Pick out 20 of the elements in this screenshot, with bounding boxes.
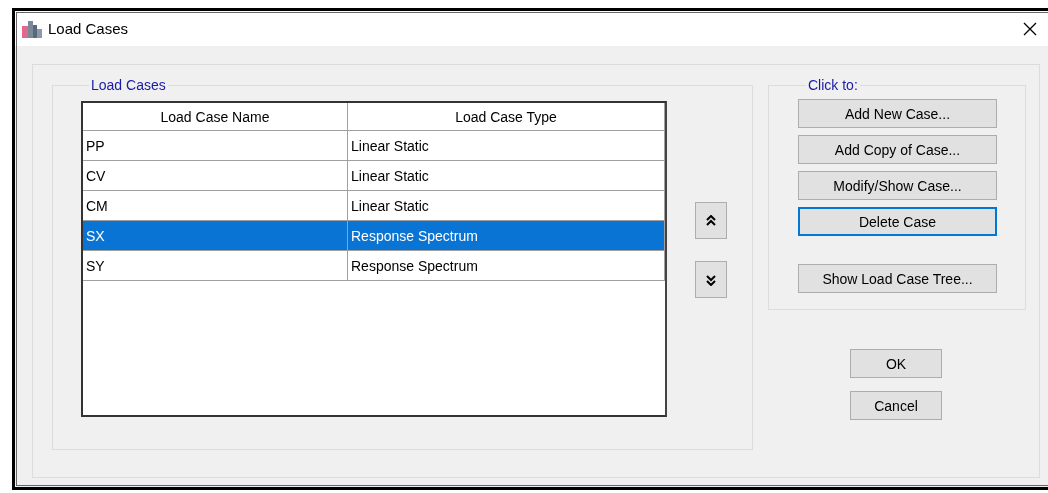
action-button[interactable]: Add Copy of Case... [798, 135, 997, 164]
group-title: Click to: [807, 77, 859, 93]
window-title: Load Cases [48, 20, 130, 37]
dialog-button[interactable]: OK [850, 349, 942, 378]
table-cell[interactable]: SY [83, 251, 348, 281]
table-cell[interactable]: Response Spectrum [348, 251, 665, 281]
table-cell[interactable]: PP [83, 131, 348, 161]
table-cell[interactable]: CV [83, 161, 348, 191]
table-cell[interactable]: Response Spectrum [348, 221, 665, 251]
table-cell[interactable]: Linear Static [348, 161, 665, 191]
column-header: Load Case Type [348, 103, 665, 131]
action-button[interactable]: Modify/Show Case... [798, 171, 997, 200]
table-cell[interactable]: SX [83, 221, 348, 251]
action-button[interactable]: Show Load Case Tree... [798, 264, 997, 293]
column-header: Load Case Name [83, 103, 348, 131]
action-button[interactable]: Add New Case... [798, 99, 997, 128]
action-button[interactable]: Delete Case [798, 207, 997, 236]
dialog-button[interactable]: Cancel [850, 391, 942, 420]
table-cell[interactable]: Linear Static [348, 131, 665, 161]
group-title: Load Cases [90, 77, 167, 93]
